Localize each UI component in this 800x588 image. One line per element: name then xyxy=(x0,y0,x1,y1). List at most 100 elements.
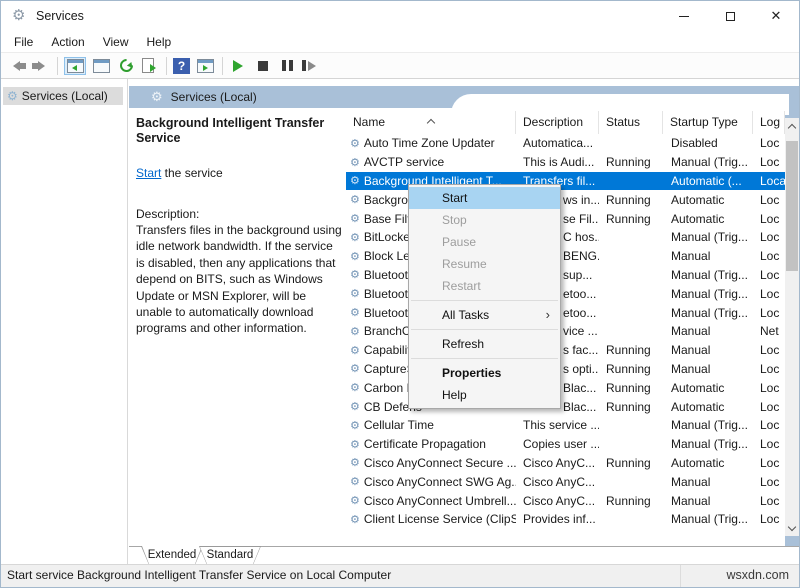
service-status: Running xyxy=(606,343,651,358)
service-log-on-as: Loc xyxy=(760,211,780,226)
app-gear-icon xyxy=(12,6,25,24)
table-row[interactable]: Cisco AnyConnect Secure ... Cisco AnyC...… xyxy=(346,454,785,473)
context-menu-item-all-tasks[interactable]: All Tasks › xyxy=(409,304,560,326)
service-log-on-as: Loc xyxy=(760,455,780,470)
back-icon[interactable] xyxy=(7,57,27,75)
service-startup-type: Automatic xyxy=(671,380,725,395)
service-gear-icon xyxy=(350,344,360,357)
service-gear-icon xyxy=(350,193,360,206)
vertical-scroll-thumb[interactable] xyxy=(786,141,798,271)
toolbar xyxy=(1,52,799,79)
service-name: Bluetooth xyxy=(363,286,415,301)
service-log-on-as: Loc xyxy=(760,437,780,452)
service-gear-icon xyxy=(350,362,360,375)
service-log-on-as: Loca xyxy=(760,173,785,188)
scroll-down-arrow[interactable] xyxy=(785,520,799,536)
service-status: Running xyxy=(606,380,651,395)
panel-header: Services (Local) xyxy=(151,89,257,105)
menu-action[interactable]: Action xyxy=(42,33,93,51)
context-menu-item-stop: Stop xyxy=(442,213,467,227)
menu-file[interactable]: File xyxy=(5,33,42,51)
service-name-cell: Cisco AnyConnect Secure ... xyxy=(346,456,516,470)
help-icon[interactable] xyxy=(173,57,190,74)
service-startup-type: Automatic xyxy=(671,211,725,226)
window-title: Services xyxy=(36,9,84,23)
column-header-log[interactable]: Log xyxy=(753,111,785,134)
services-gear-icon xyxy=(7,89,18,103)
tab-extended[interactable]: Extended xyxy=(141,546,203,565)
view-tabs: Extended Standard xyxy=(129,546,799,566)
status-bar: Start service Background Intelligent Tra… xyxy=(1,564,799,587)
service-name: AVCTP service xyxy=(363,155,445,170)
submenu-arrow-icon: › xyxy=(545,307,550,322)
panel-gear-icon xyxy=(151,89,163,105)
chevron-up-icon xyxy=(787,123,797,132)
column-header-description[interactable]: Description xyxy=(516,111,599,134)
service-name-cell: Auto Time Zone Updater xyxy=(346,136,516,150)
show-extended-view-icon[interactable] xyxy=(194,57,216,75)
service-startup-type: Automatic xyxy=(671,399,725,414)
service-startup-type: Manual (Trig... xyxy=(671,418,748,433)
start-service-link[interactable]: Start xyxy=(136,166,161,180)
scroll-up-arrow[interactable] xyxy=(785,118,799,134)
menu-bar: File Action View Help xyxy=(1,31,799,52)
close-icon: ✕ xyxy=(770,8,782,23)
show-console-tree-icon[interactable] xyxy=(64,56,86,75)
menu-view[interactable]: View xyxy=(94,33,138,51)
service-name: Cisco AnyConnect Secure ... xyxy=(363,455,516,470)
table-row[interactable]: Certificate Propagation Copies user ... Ma… xyxy=(346,435,785,454)
close-button[interactable]: ✕ xyxy=(753,1,799,31)
service-action: Start the service xyxy=(136,166,223,180)
minimize-button[interactable] xyxy=(661,1,707,31)
service-gear-icon xyxy=(350,513,360,526)
service-log-on-as: Loc xyxy=(760,267,780,282)
vertical-scrollbar[interactable] xyxy=(785,118,799,536)
maximize-button[interactable] xyxy=(707,1,753,31)
context-menu-item-properties[interactable]: Properties xyxy=(409,362,560,384)
list-header: Name Description Status Startup Type Log xyxy=(346,111,785,134)
service-status: Running xyxy=(606,399,651,414)
table-row[interactable]: AVCTP service This is Audi... Running Manua… xyxy=(346,153,785,172)
table-row[interactable]: Cellular Time This service ... Manual (Tri… xyxy=(346,416,785,435)
column-header-startup-type[interactable]: Startup Type xyxy=(663,111,753,134)
table-row[interactable]: Auto Time Zone Updater Automatica... Disab… xyxy=(346,134,785,153)
service-gear-icon xyxy=(350,268,360,281)
service-startup-type: Manual (Trig... xyxy=(671,512,748,527)
pause-service-icon[interactable] xyxy=(277,57,297,75)
forward-icon[interactable] xyxy=(31,57,51,75)
tab-standard[interactable]: Standard xyxy=(199,546,261,565)
toolbar-separator xyxy=(57,56,58,75)
service-name: Auto Time Zone Updater xyxy=(363,136,495,151)
restart-service-icon[interactable] xyxy=(301,57,321,75)
context-menu-item-refresh[interactable]: Refresh xyxy=(409,333,560,355)
context-menu-item-help[interactable]: Help xyxy=(409,384,560,406)
stop-service-icon[interactable] xyxy=(253,57,273,75)
service-gear-icon xyxy=(350,287,360,300)
service-gear-icon xyxy=(350,250,360,263)
service-description: Cisco AnyC... xyxy=(523,493,596,508)
table-row[interactable]: Cisco AnyConnect Umbrell... Cisco AnyC...… xyxy=(346,491,785,510)
refresh-icon[interactable] xyxy=(116,57,136,75)
column-header-status[interactable]: Status xyxy=(599,111,663,134)
service-name: Bluetooth xyxy=(363,305,415,320)
service-log-on-as: Loc xyxy=(760,230,780,245)
start-service-icon[interactable] xyxy=(229,57,249,75)
menu-help[interactable]: Help xyxy=(138,33,181,51)
toolbar-separator xyxy=(166,56,167,75)
column-header-name[interactable]: Name xyxy=(346,111,516,134)
service-startup-type: Manual (Trig... xyxy=(671,437,748,452)
tree-item-label: Services (Local) xyxy=(21,89,108,103)
tree-item-services-local[interactable]: Services (Local) xyxy=(3,87,123,105)
table-row[interactable]: Client License Service (ClipS... Provides… xyxy=(346,510,785,529)
properties-window-icon[interactable] xyxy=(90,57,112,75)
service-startup-type: Manual xyxy=(671,361,711,376)
table-row[interactable]: Cisco AnyConnect SWG Ag... Cisco AnyC... M… xyxy=(346,472,785,491)
service-startup-type: Manual (Trig... xyxy=(671,230,748,245)
service-gear-icon xyxy=(350,137,360,150)
service-gear-icon xyxy=(350,456,360,469)
tab-label: Extended xyxy=(147,549,197,561)
context-menu-item-start[interactable]: Start xyxy=(409,187,560,209)
service-gear-icon xyxy=(350,438,360,451)
export-list-icon[interactable] xyxy=(140,57,160,75)
service-startup-type: Manual (Trig... xyxy=(671,305,748,320)
